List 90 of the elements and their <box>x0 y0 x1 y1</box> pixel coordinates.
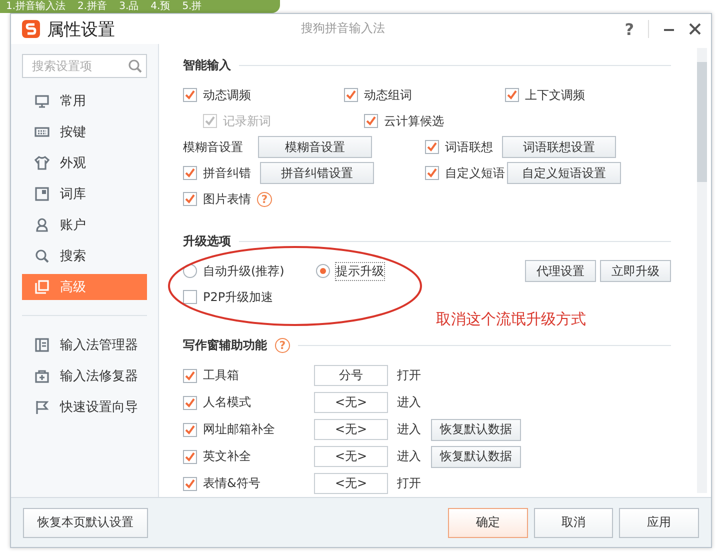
book-icon <box>34 186 50 202</box>
checkbox-option[interactable]: 上下文调频 <box>505 86 666 104</box>
checkbox-option[interactable]: 词语联想 <box>425 138 500 156</box>
checkmark-icon <box>507 90 517 100</box>
checkmark-icon <box>185 90 195 100</box>
action-label: 进入 <box>397 448 422 465</box>
section-title: 智能输入 <box>183 56 231 74</box>
sidebar-item[interactable]: 外观 <box>22 150 147 176</box>
settings-button[interactable]: 自定义短语设置 <box>507 162 621 184</box>
settings-button[interactable]: 拼音纠错设置 <box>260 162 374 184</box>
checkmark-icon <box>185 168 195 178</box>
checkmark-icon <box>427 168 437 178</box>
background-tab-label: 3.品 <box>119 0 139 12</box>
checkmark-icon <box>185 398 195 408</box>
dialog-button[interactable]: 确定 <box>448 508 528 538</box>
background-tab-label: 5.拼 <box>182 0 202 12</box>
user-icon <box>34 217 50 233</box>
checkbox-option[interactable]: 云计算候选 <box>364 112 525 130</box>
action-label: 进入 <box>397 394 422 411</box>
search-icon[interactable] <box>128 59 142 73</box>
dialog-button[interactable]: 应用 <box>619 508 700 538</box>
checkbox-option[interactable]: 动态组词 <box>344 86 505 104</box>
monitor-icon <box>34 93 50 109</box>
checkbox-option[interactable]: 工具箱 <box>183 367 314 384</box>
app-logo-icon <box>21 19 41 39</box>
layers-icon <box>34 279 50 295</box>
hotkey-field[interactable]: <无> <box>314 473 388 494</box>
panel-icon <box>34 337 50 353</box>
action-label: 打开 <box>397 367 422 384</box>
setting-label: 模糊音设置 <box>183 138 244 156</box>
section-title: 升级选项 <box>183 232 231 250</box>
sidebar-item[interactable]: 搜索 <box>22 243 147 269</box>
restore-button[interactable]: 恢复默认数据 <box>431 446 521 468</box>
sidebar-tool-item[interactable]: 快速设置向导 <box>22 394 147 420</box>
hotkey-field[interactable]: 分号 <box>314 365 388 386</box>
checkmark-icon <box>366 116 376 126</box>
scrollbar[interactable] <box>697 48 707 493</box>
restore-button[interactable]: 恢复默认数据 <box>431 418 521 440</box>
hotkey-field[interactable]: <无> <box>314 446 388 467</box>
checkmark-icon <box>346 90 356 100</box>
checkmark-icon <box>185 478 195 488</box>
action-label: 进入 <box>397 421 422 438</box>
sidebar-item[interactable]: 账户 <box>22 212 147 238</box>
checkbox-option[interactable]: P2P升级加速 <box>183 288 274 306</box>
close-icon[interactable] <box>689 23 701 35</box>
sidebar-tool-item[interactable]: 输入法修复器 <box>22 363 147 389</box>
search-field[interactable]: 搜索设置项 <box>22 54 147 78</box>
checkbox-option[interactable]: 人名模式 <box>183 394 314 411</box>
checkmark-icon <box>185 370 195 380</box>
sidebar-item[interactable]: 常用 <box>22 88 147 114</box>
search-icon <box>34 248 50 264</box>
background-tab-label: 4.预 <box>150 0 170 12</box>
settings-button[interactable]: 模糊音设置 <box>258 136 372 158</box>
checkbox-option[interactable]: 拼音纠错 <box>183 164 258 182</box>
radio-option[interactable]: 提示升级 <box>316 262 384 280</box>
checkbox-option[interactable]: 动态调频 <box>183 86 344 104</box>
upgrade-button[interactable]: 代理设置 <box>525 260 596 282</box>
checkbox-option[interactable]: 图片表情 <box>183 190 251 208</box>
shirt-icon <box>34 155 50 171</box>
window-title: 属性设置 <box>47 18 115 40</box>
window-subtitle: 搜狗拼音输入法 <box>301 20 385 37</box>
dialog-button[interactable]: 取消 <box>534 508 614 538</box>
checkbox-option[interactable]: 表情&符号 <box>183 475 314 492</box>
settings-button[interactable]: 词语联想设置 <box>502 136 616 158</box>
checkmark-icon <box>185 424 195 434</box>
checkmark-icon <box>185 194 195 204</box>
sidebar-item[interactable]: 词库 <box>22 181 147 207</box>
hotkey-field[interactable]: <无> <box>314 392 388 413</box>
checkmark-icon <box>205 116 215 126</box>
background-tab-label: 1.拼音输入法 <box>6 0 66 12</box>
search-input[interactable]: 搜索设置项 <box>30 58 120 74</box>
checkmark-icon <box>185 452 195 462</box>
sidebar-tool-item[interactable]: 输入法管理器 <box>22 332 147 358</box>
toolbox-icon <box>34 368 50 384</box>
radio-option[interactable]: 自动升级(推荐) <box>183 262 316 280</box>
checkbox-option[interactable]: 自定义短语 <box>425 164 505 182</box>
section-title: 写作窗辅助功能 <box>183 336 267 354</box>
checkbox-option[interactable]: 英文补全 <box>183 448 314 465</box>
checkmark-icon <box>427 142 437 152</box>
annotation-note: 取消这个流氓升级方式 <box>436 310 586 329</box>
upgrade-button[interactable]: 立即升级 <box>600 260 671 282</box>
keyboard-icon <box>34 124 50 140</box>
help-button[interactable]: ? <box>624 20 634 38</box>
flag-icon <box>34 399 50 415</box>
background-tab-label: 2.拼音 <box>78 0 108 12</box>
reset-button[interactable]: 恢复本页默认设置 <box>23 508 148 538</box>
sidebar-item[interactable]: 按键 <box>22 119 147 145</box>
checkbox-option[interactable]: 网址邮箱补全 <box>183 421 314 438</box>
hotkey-field[interactable]: <无> <box>314 419 388 440</box>
action-label: 打开 <box>397 475 422 492</box>
